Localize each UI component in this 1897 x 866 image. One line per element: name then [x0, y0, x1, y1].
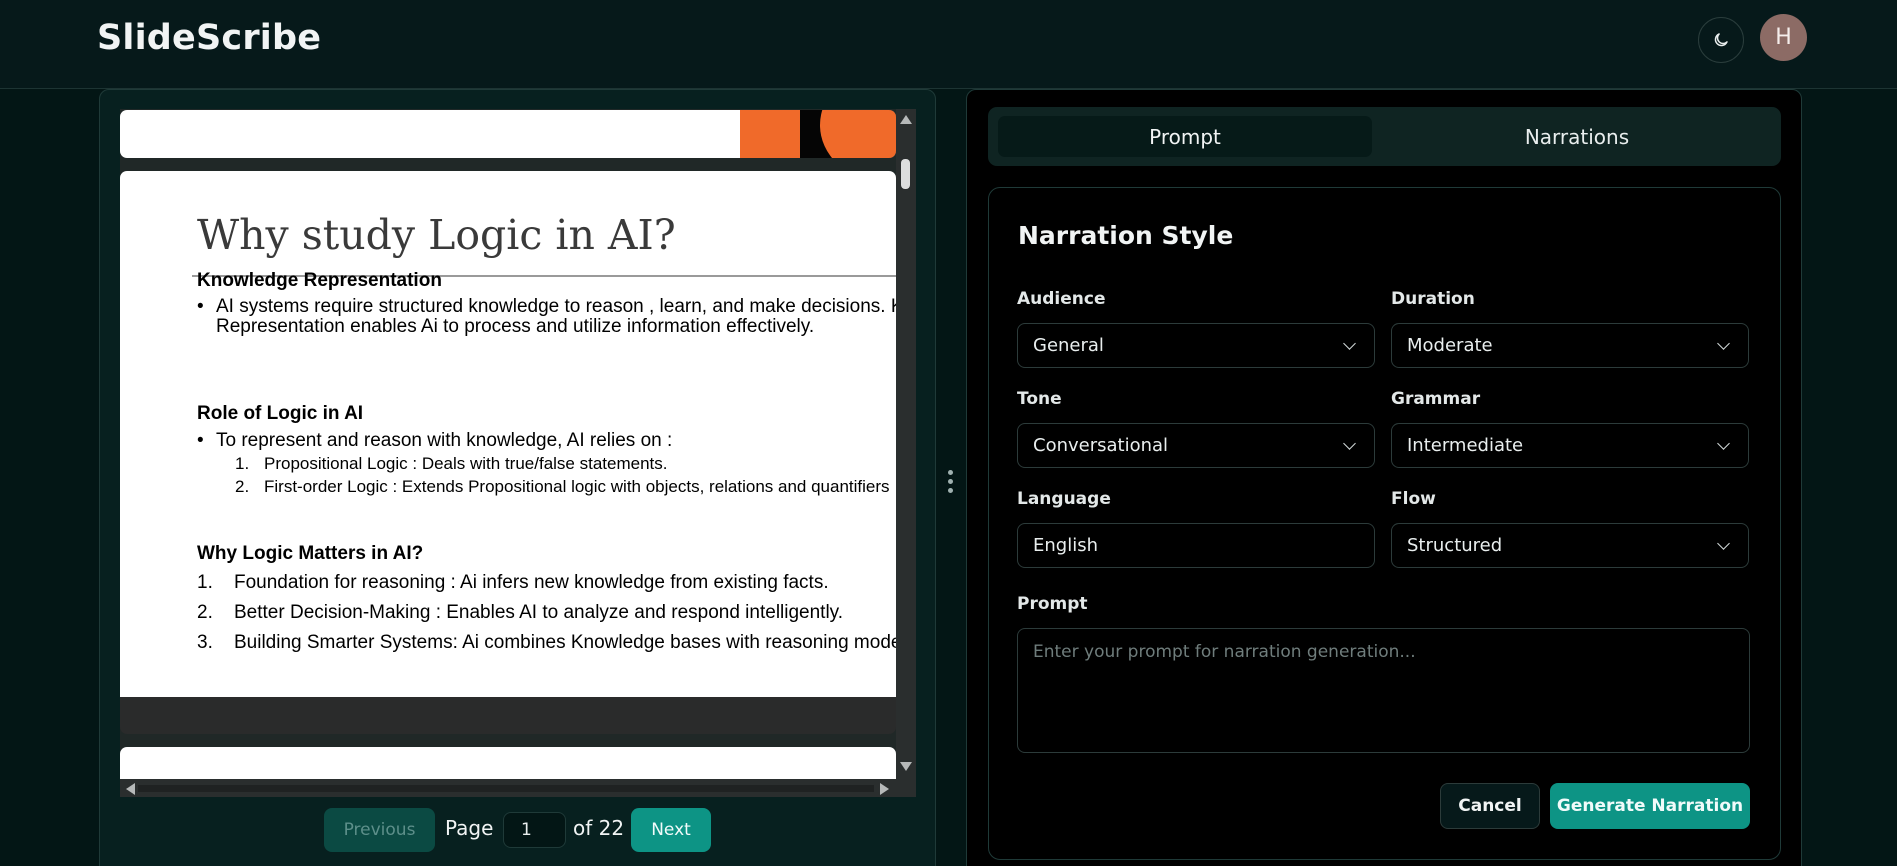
list-number: 2.: [235, 477, 250, 496]
cancel-button[interactable]: Cancel: [1440, 783, 1540, 829]
audience-value: General: [1033, 335, 1104, 356]
drag-dot-icon: [948, 470, 953, 475]
grammar-label: Grammar: [1391, 389, 1481, 409]
horizontal-scrollbar[interactable]: [120, 779, 916, 797]
language-value: English: [1033, 535, 1098, 556]
tone-label: Tone: [1017, 389, 1062, 409]
slide-decoration: [820, 110, 896, 158]
pdf-viewer[interactable]: Why study Logic in AI? Knowledge Represe…: [120, 109, 916, 797]
chevron-down-icon: [1717, 537, 1730, 550]
scroll-right-icon[interactable]: [880, 783, 889, 795]
tone-select[interactable]: Conversational: [1017, 423, 1375, 468]
page-label: Page: [445, 816, 494, 840]
moon-icon: [1714, 33, 1728, 47]
theme-toggle-button[interactable]: [1698, 17, 1744, 63]
prompt-textarea[interactable]: Enter your prompt for narration generati…: [1017, 628, 1750, 753]
audience-label: Audience: [1017, 289, 1106, 309]
card-title: Narration Style: [1018, 221, 1234, 250]
slide-text: Better Decision-Making : Enables AI to a…: [234, 602, 844, 623]
list-number: 1.: [235, 454, 250, 473]
app-header: SlideScribe H: [0, 0, 1897, 89]
grammar-select[interactable]: Intermediate: [1391, 423, 1749, 468]
slide-footer-bar: [120, 697, 896, 734]
tab-narrations[interactable]: Narrations: [1388, 116, 1766, 157]
scroll-thumb[interactable]: [901, 159, 910, 189]
slide-text: Foundation for reasoning : Ai infers new…: [234, 572, 829, 593]
duration-value: Moderate: [1407, 335, 1493, 356]
next-page-button[interactable]: Next: [631, 808, 711, 852]
slide-text: To represent and reason with knowledge, …: [216, 430, 673, 451]
list-number: 2.: [197, 602, 213, 623]
drag-dot-icon: [948, 488, 953, 493]
scroll-left-icon[interactable]: [126, 783, 135, 795]
page-count: of 22: [573, 816, 625, 840]
bullet-icon: •: [197, 430, 204, 451]
slide-heading: Why Logic Matters in AI?: [197, 543, 424, 564]
list-number: 3.: [197, 632, 213, 653]
slide-text: First-order Logic : Extends Propositiona…: [264, 477, 890, 496]
scroll-down-icon[interactable]: [900, 762, 912, 771]
slide-text: AI systems require structured knowledge …: [216, 296, 896, 317]
duration-select[interactable]: Moderate: [1391, 323, 1749, 368]
list-number: 1.: [197, 572, 213, 593]
drag-dot-icon: [948, 479, 953, 484]
slide-decoration: [740, 110, 800, 158]
chevron-down-icon: [1343, 337, 1356, 350]
tab-prompt[interactable]: Prompt: [998, 116, 1372, 157]
previous-page-button[interactable]: Previous: [324, 808, 435, 852]
slide-title: Why study Logic in AI?: [197, 211, 676, 259]
prompt-label: Prompt: [1017, 594, 1088, 614]
tone-value: Conversational: [1033, 435, 1169, 456]
flow-select[interactable]: Structured: [1391, 523, 1749, 568]
duration-label: Duration: [1391, 289, 1475, 309]
panel-resize-handle[interactable]: [948, 470, 954, 496]
bullet-icon: •: [197, 296, 204, 317]
scroll-up-icon[interactable]: [900, 115, 912, 124]
flow-value: Structured: [1407, 535, 1503, 556]
panel-tabs: Prompt Narrations: [988, 107, 1781, 166]
grammar-value: Intermediate: [1407, 435, 1524, 456]
flow-label: Flow: [1391, 489, 1436, 509]
vertical-scrollbar[interactable]: [896, 109, 916, 779]
slide-heading: Knowledge Representation: [197, 270, 442, 291]
page-number-input[interactable]: [503, 812, 566, 848]
chevron-down-icon: [1343, 437, 1356, 450]
user-avatar[interactable]: H: [1760, 14, 1807, 61]
app-brand[interactable]: SlideScribe: [97, 18, 321, 58]
slide-heading: Role of Logic in AI: [197, 403, 364, 424]
chevron-down-icon: [1717, 337, 1730, 350]
audience-select[interactable]: General: [1017, 323, 1375, 368]
language-label: Language: [1017, 489, 1111, 509]
slide-text: Propositional Logic : Deals with true/fa…: [264, 454, 668, 473]
slide-thumbnail-previous: [120, 110, 896, 158]
slide-text: Building Smarter Systems: Ai combines Kn…: [234, 632, 896, 653]
current-slide: Why study Logic in AI? Knowledge Represe…: [120, 171, 896, 697]
scroll-track[interactable]: [138, 785, 874, 792]
language-field[interactable]: English: [1017, 523, 1375, 568]
slide-text: Representation enables Ai to process and…: [216, 316, 815, 337]
chevron-down-icon: [1717, 437, 1730, 450]
generate-narration-button[interactable]: Generate Narration: [1550, 783, 1750, 829]
